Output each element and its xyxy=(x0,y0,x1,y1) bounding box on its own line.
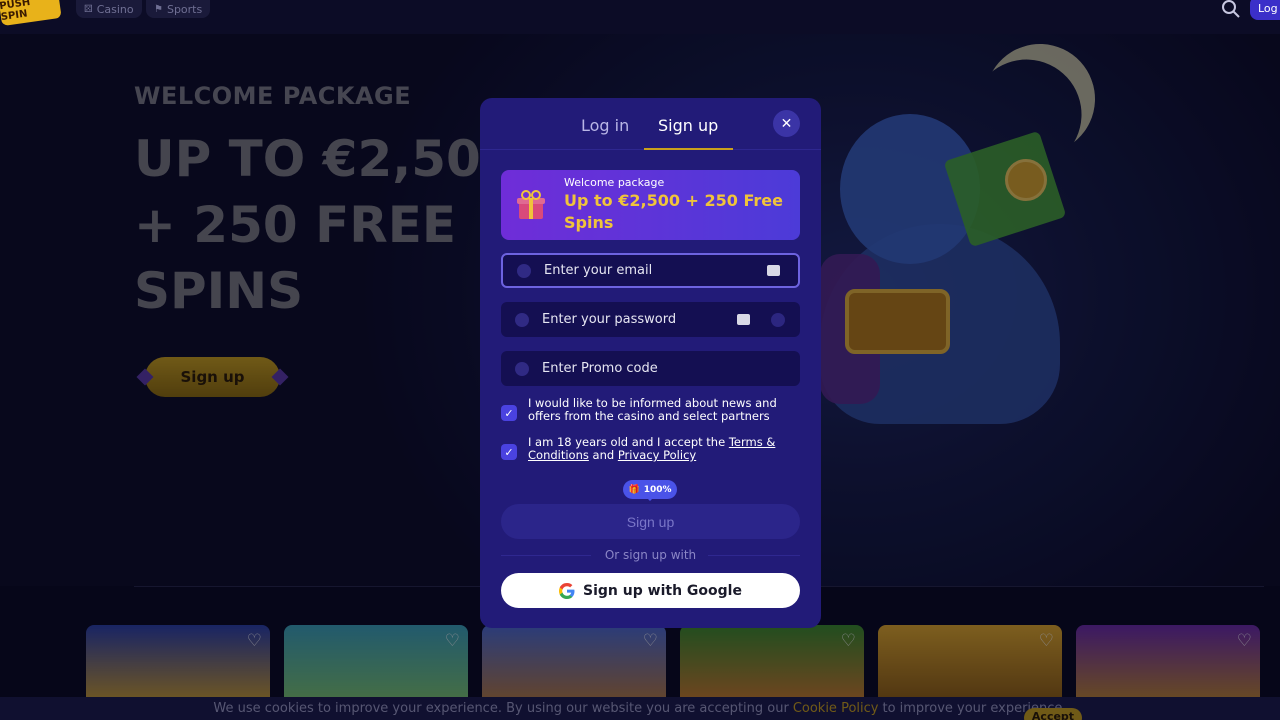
news-consent-checkbox[interactable]: ✓ xyxy=(501,405,517,421)
auth-tabs: Log in Sign up ✕ xyxy=(480,98,821,150)
autofill-icon[interactable] xyxy=(767,265,780,276)
news-consent-label: I would like to be informed about news a… xyxy=(528,396,777,423)
search-icon[interactable] xyxy=(1220,0,1242,20)
gift-icon: 🎁 xyxy=(628,484,640,495)
or-sign-up-with: Or sign up with xyxy=(604,548,697,562)
password-field[interactable] xyxy=(501,302,800,337)
close-button[interactable]: ✕ xyxy=(773,110,800,137)
age-consent-and: and xyxy=(588,448,618,462)
google-icon xyxy=(559,582,575,599)
site-logo[interactable]: PUSH SPIN xyxy=(0,0,62,27)
trophy-icon: ⚑ xyxy=(154,3,163,15)
privacy-policy-link[interactable]: Privacy Policy xyxy=(618,448,696,462)
age-consent-label: I am 18 years old and I accept the Terms… xyxy=(528,436,798,462)
google-signup-label: Sign up with Google xyxy=(583,582,742,599)
promo-icon xyxy=(515,361,529,376)
tab-signup[interactable]: Sign up xyxy=(658,116,718,135)
show-password-icon[interactable] xyxy=(771,312,785,327)
age-consent-checkbox[interactable]: ✓ xyxy=(501,444,517,460)
promo-code-field[interactable] xyxy=(501,351,800,386)
bonus-badge-value: 100% xyxy=(643,484,672,495)
promo-code-input[interactable] xyxy=(542,361,742,376)
lock-icon xyxy=(515,312,529,327)
signup-modal: Log in Sign up ✕ Welcome package Up to €… xyxy=(480,98,821,628)
signup-submit-button[interactable]: Sign up xyxy=(501,504,800,539)
gift-icon xyxy=(517,190,545,219)
nav-tab-casino[interactable]: ⚄ Casino xyxy=(76,0,142,18)
banner-label: Welcome package xyxy=(564,176,665,189)
email-icon xyxy=(517,263,531,278)
banner-offer: Up to €2,500 + 250 Free Spins xyxy=(564,191,783,232)
nav-tab-sports-label: Sports xyxy=(166,2,203,16)
check-icon: ✓ xyxy=(504,445,514,459)
google-signup-button[interactable]: Sign up with Google xyxy=(501,573,800,608)
check-icon: ✓ xyxy=(504,406,514,420)
bonus-badge: 🎁 100% xyxy=(623,480,677,501)
active-tab-indicator xyxy=(644,148,733,150)
age-consent-prefix: I am 18 years old and I accept the xyxy=(528,435,729,449)
welcome-package-banner: Welcome package Up to €2,500 + 250 Free … xyxy=(501,170,800,240)
email-field[interactable] xyxy=(501,253,800,288)
login-button[interactable]: Log xyxy=(1250,0,1280,20)
nav-tab-casino-label: Casino xyxy=(96,2,134,16)
password-input[interactable] xyxy=(542,312,742,327)
nav-tab-sports[interactable]: ⚑ Sports xyxy=(146,0,211,18)
dice-icon: ⚄ xyxy=(84,3,93,15)
email-input[interactable] xyxy=(544,263,744,278)
top-bar: PUSH SPIN ⚄ Casino ⚑ Sports Log xyxy=(0,0,1280,34)
autofill-icon[interactable] xyxy=(737,314,750,325)
tab-login[interactable]: Log in xyxy=(581,116,629,135)
close-icon: ✕ xyxy=(780,115,793,132)
logo-text: PUSH SPIN xyxy=(0,0,32,24)
